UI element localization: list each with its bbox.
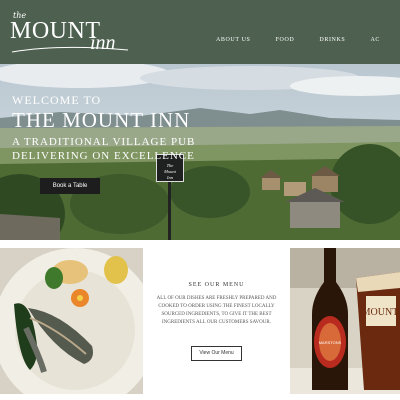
beer-glass-logo-text: MOUNT: [362, 307, 399, 318]
pub-sign-line3: Inn: [167, 175, 173, 180]
hero-welcome-text: Welcome to: [12, 93, 102, 107]
menu-description: All of our dishes are freshly prepared a…: [156, 296, 277, 325]
hero-tagline-line2: delivering on excellence: [12, 150, 195, 162]
book-table-button[interactable]: Book a Table: [40, 178, 100, 194]
hero-banner: The Mount Inn Welcome to The Mount Inn A…: [0, 64, 400, 240]
menu-heading: See our menu: [188, 282, 245, 288]
food-dish-image: [0, 248, 143, 394]
feature-row: See our menu All of our dishes are fresh…: [0, 248, 400, 394]
site-header: the MOUNT inn About Us Food Drinks Ac: [0, 0, 400, 64]
hero-tagline-line1: A traditional village pub: [12, 136, 196, 148]
view-menu-button[interactable]: View Our Menu: [191, 346, 242, 361]
nav-food[interactable]: Food: [276, 37, 295, 43]
logo-mount-text: MOUNT: [10, 18, 101, 44]
beer-bottle-label: MARSTONS: [319, 340, 342, 345]
menu-panel: See our menu All of our dishes are fresh…: [143, 248, 290, 394]
main-nav: About Us Food Drinks Ac: [216, 26, 400, 43]
nav-drinks[interactable]: Drinks: [319, 37, 345, 43]
nav-about-us[interactable]: About Us: [216, 37, 251, 43]
hero-title: The Mount Inn: [12, 108, 191, 132]
beer-image: MARSTONS MOUNT: [290, 248, 400, 394]
site-logo[interactable]: the MOUNT inn: [8, 6, 138, 60]
nav-accommodation[interactable]: Ac: [370, 37, 380, 43]
logo-swoosh-icon: [11, 46, 129, 53]
